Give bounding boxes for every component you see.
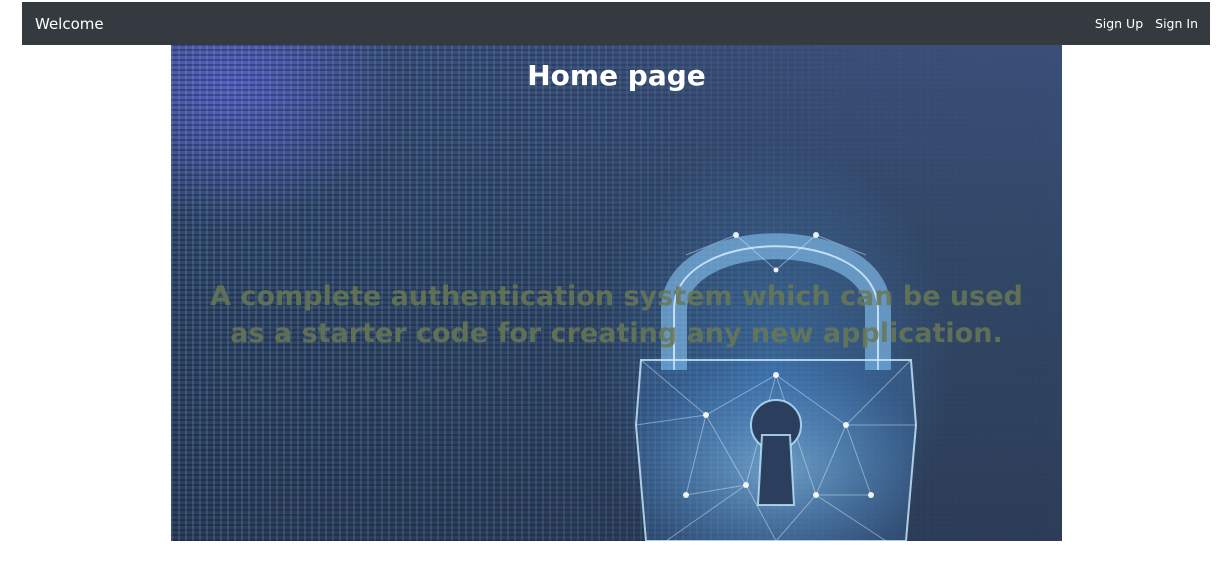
sign-up-link[interactable]: Sign Up [1095,16,1143,31]
top-navbar: Welcome Sign Up Sign In [22,2,1210,45]
hero-banner: Home page A complete authentication syst… [171,45,1062,541]
padlock-icon [634,232,918,541]
nav-links: Sign Up Sign In [1095,16,1198,31]
hero-tagline: A complete authentication system which c… [210,281,1023,349]
sign-in-link[interactable]: Sign In [1155,16,1198,31]
page-title: Home page [527,59,706,92]
brand-link[interactable]: Welcome [35,15,104,33]
